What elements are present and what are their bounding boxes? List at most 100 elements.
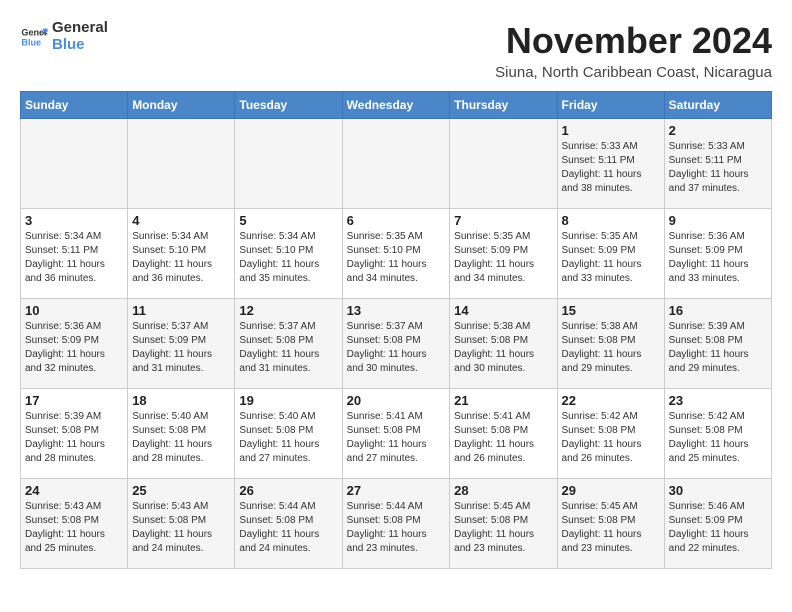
header-tuesday: Tuesday xyxy=(235,92,342,119)
day-number: 20 xyxy=(347,393,446,408)
day-info: Sunrise: 5:41 AM Sunset: 5:08 PM Dayligh… xyxy=(347,410,446,466)
calendar-week-row: 17 Sunrise: 5:39 AM Sunset: 5:08 PM Dayli… xyxy=(21,389,772,479)
calendar-week-row: 24 Sunrise: 5:43 AM Sunset: 5:08 PM Dayli… xyxy=(21,479,772,569)
header-friday: Friday xyxy=(557,92,664,119)
day-number: 16 xyxy=(669,303,767,318)
location-subtitle: Siuna, North Caribbean Coast, Nicaragua xyxy=(495,64,772,81)
calendar-cell: 13 Sunrise: 5:37 AM Sunset: 5:08 PM Dayli… xyxy=(342,299,450,389)
calendar-cell: 24 Sunrise: 5:43 AM Sunset: 5:08 PM Dayli… xyxy=(21,479,128,569)
day-info: Sunrise: 5:33 AM Sunset: 5:11 PM Dayligh… xyxy=(562,140,660,196)
logo-general-text: General xyxy=(52,20,108,37)
day-info: Sunrise: 5:35 AM Sunset: 5:09 PM Dayligh… xyxy=(562,230,660,286)
day-info: Sunrise: 5:35 AM Sunset: 5:09 PM Dayligh… xyxy=(454,230,552,286)
day-number: 8 xyxy=(562,213,660,228)
calendar-cell: 5Sunrise: 5:34 AM Sunset: 5:10 PM Daylig… xyxy=(235,209,342,299)
calendar-cell: 3Sunrise: 5:34 AM Sunset: 5:11 PM Daylig… xyxy=(21,209,128,299)
header-wednesday: Wednesday xyxy=(342,92,450,119)
day-number: 27 xyxy=(347,483,446,498)
day-number: 29 xyxy=(562,483,660,498)
day-info: Sunrise: 5:46 AM Sunset: 5:09 PM Dayligh… xyxy=(669,500,767,556)
day-info: Sunrise: 5:34 AM Sunset: 5:10 PM Dayligh… xyxy=(132,230,230,286)
day-number: 12 xyxy=(239,303,337,318)
day-number: 10 xyxy=(25,303,123,318)
day-number: 21 xyxy=(454,393,552,408)
day-info: Sunrise: 5:42 AM Sunset: 5:08 PM Dayligh… xyxy=(669,410,767,466)
day-info: Sunrise: 5:38 AM Sunset: 5:08 PM Dayligh… xyxy=(454,320,552,376)
calendar-cell: 22 Sunrise: 5:42 AM Sunset: 5:08 PM Dayli… xyxy=(557,389,664,479)
day-number: 14 xyxy=(454,303,552,318)
day-info: Sunrise: 5:40 AM Sunset: 5:08 PM Dayligh… xyxy=(239,410,337,466)
day-number: 2 xyxy=(669,123,767,138)
page-header: General Blue General Blue November 2024 … xyxy=(20,20,772,81)
day-number: 18 xyxy=(132,393,230,408)
day-info: Sunrise: 5:39 AM Sunset: 5:08 PM Dayligh… xyxy=(669,320,767,376)
day-number: 22 xyxy=(562,393,660,408)
day-info: Sunrise: 5:33 AM Sunset: 5:11 PM Dayligh… xyxy=(669,140,767,196)
day-info: Sunrise: 5:44 AM Sunset: 5:08 PM Dayligh… xyxy=(347,500,446,556)
logo-icon: General Blue xyxy=(20,23,48,51)
day-info: Sunrise: 5:43 AM Sunset: 5:08 PM Dayligh… xyxy=(132,500,230,556)
day-info: Sunrise: 5:40 AM Sunset: 5:08 PM Dayligh… xyxy=(132,410,230,466)
day-number: 26 xyxy=(239,483,337,498)
calendar-cell: 18 Sunrise: 5:40 AM Sunset: 5:08 PM Dayli… xyxy=(128,389,235,479)
logo: General Blue General Blue xyxy=(20,20,108,53)
day-info: Sunrise: 5:34 AM Sunset: 5:11 PM Dayligh… xyxy=(25,230,123,286)
day-info: Sunrise: 5:37 AM Sunset: 5:08 PM Dayligh… xyxy=(239,320,337,376)
day-number: 17 xyxy=(25,393,123,408)
day-number: 9 xyxy=(669,213,767,228)
calendar-cell: 16 Sunrise: 5:39 AM Sunset: 5:08 PM Dayli… xyxy=(664,299,771,389)
header-saturday: Saturday xyxy=(664,92,771,119)
day-info: Sunrise: 5:45 AM Sunset: 5:08 PM Dayligh… xyxy=(562,500,660,556)
day-number: 11 xyxy=(132,303,230,318)
calendar-cell xyxy=(450,119,557,209)
day-number: 19 xyxy=(239,393,337,408)
day-number: 13 xyxy=(347,303,446,318)
day-number: 23 xyxy=(669,393,767,408)
calendar-cell: 14 Sunrise: 5:38 AM Sunset: 5:08 PM Dayli… xyxy=(450,299,557,389)
calendar-cell: 26 Sunrise: 5:44 AM Sunset: 5:08 PM Dayli… xyxy=(235,479,342,569)
day-number: 30 xyxy=(669,483,767,498)
calendar-cell: 23 Sunrise: 5:42 AM Sunset: 5:08 PM Dayli… xyxy=(664,389,771,479)
day-info: Sunrise: 5:43 AM Sunset: 5:08 PM Dayligh… xyxy=(25,500,123,556)
calendar-cell: 7 Sunrise: 5:35 AM Sunset: 5:09 PM Daylig… xyxy=(450,209,557,299)
calendar-week-row: 10Sunrise: 5:36 AM Sunset: 5:09 PM Dayli… xyxy=(21,299,772,389)
calendar-cell: 28Sunrise: 5:45 AM Sunset: 5:08 PM Dayli… xyxy=(450,479,557,569)
header-sunday: Sunday xyxy=(21,92,128,119)
calendar-cell: 12 Sunrise: 5:37 AM Sunset: 5:08 PM Dayli… xyxy=(235,299,342,389)
calendar-cell: 17 Sunrise: 5:39 AM Sunset: 5:08 PM Dayli… xyxy=(21,389,128,479)
day-number: 24 xyxy=(25,483,123,498)
svg-text:Blue: Blue xyxy=(21,37,41,47)
calendar-cell xyxy=(235,119,342,209)
day-info: Sunrise: 5:42 AM Sunset: 5:08 PM Dayligh… xyxy=(562,410,660,466)
day-info: Sunrise: 5:44 AM Sunset: 5:08 PM Dayligh… xyxy=(239,500,337,556)
day-info: Sunrise: 5:45 AM Sunset: 5:08 PM Dayligh… xyxy=(454,500,552,556)
day-number: 15 xyxy=(562,303,660,318)
day-info: Sunrise: 5:37 AM Sunset: 5:08 PM Dayligh… xyxy=(347,320,446,376)
calendar-cell: 21 Sunrise: 5:41 AM Sunset: 5:08 PM Dayli… xyxy=(450,389,557,479)
calendar-cell xyxy=(128,119,235,209)
day-number: 6 xyxy=(347,213,446,228)
calendar-cell: 27 Sunrise: 5:44 AM Sunset: 5:08 PM Dayli… xyxy=(342,479,450,569)
day-number: 7 xyxy=(454,213,552,228)
calendar-cell: 29 Sunrise: 5:45 AM Sunset: 5:08 PM Dayli… xyxy=(557,479,664,569)
title-area: November 2024 Siuna, North Caribbean Coa… xyxy=(495,20,772,81)
month-title: November 2024 xyxy=(495,20,772,62)
calendar-cell: 11 Sunrise: 5:37 AM Sunset: 5:09 PM Dayli… xyxy=(128,299,235,389)
day-info: Sunrise: 5:35 AM Sunset: 5:10 PM Dayligh… xyxy=(347,230,446,286)
calendar-cell: 15 Sunrise: 5:38 AM Sunset: 5:08 PM Dayli… xyxy=(557,299,664,389)
day-number: 1 xyxy=(562,123,660,138)
calendar-cell: 25 Sunrise: 5:43 AM Sunset: 5:08 PM Dayli… xyxy=(128,479,235,569)
day-info: Sunrise: 5:38 AM Sunset: 5:08 PM Dayligh… xyxy=(562,320,660,376)
calendar-cell: 19 Sunrise: 5:40 AM Sunset: 5:08 PM Dayli… xyxy=(235,389,342,479)
calendar-cell xyxy=(21,119,128,209)
calendar-week-row: 1 Sunrise: 5:33 AM Sunset: 5:11 PM Daylig… xyxy=(21,119,772,209)
calendar-cell: 4Sunrise: 5:34 AM Sunset: 5:10 PM Daylig… xyxy=(128,209,235,299)
day-info: Sunrise: 5:39 AM Sunset: 5:08 PM Dayligh… xyxy=(25,410,123,466)
day-number: 25 xyxy=(132,483,230,498)
day-info: Sunrise: 5:37 AM Sunset: 5:09 PM Dayligh… xyxy=(132,320,230,376)
calendar-week-row: 3Sunrise: 5:34 AM Sunset: 5:11 PM Daylig… xyxy=(21,209,772,299)
calendar-cell: 6 Sunrise: 5:35 AM Sunset: 5:10 PM Daylig… xyxy=(342,209,450,299)
day-info: Sunrise: 5:41 AM Sunset: 5:08 PM Dayligh… xyxy=(454,410,552,466)
calendar-cell: 8 Sunrise: 5:35 AM Sunset: 5:09 PM Daylig… xyxy=(557,209,664,299)
calendar-cell xyxy=(342,119,450,209)
